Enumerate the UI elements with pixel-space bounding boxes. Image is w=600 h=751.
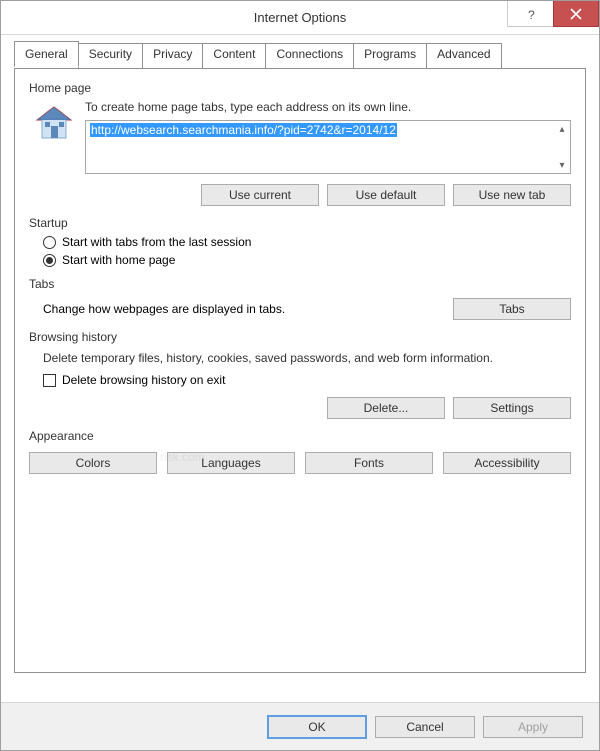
colors-button[interactable]: Colors <box>29 452 157 474</box>
tab-programs[interactable]: Programs <box>353 43 427 68</box>
titlebar: Internet Options ? <box>1 1 599 35</box>
checkbox-icon <box>43 374 56 387</box>
tab-content[interactable]: Content <box>202 43 266 68</box>
tabs-label: Tabs <box>29 277 58 291</box>
fonts-button[interactable]: Fonts <box>305 452 433 474</box>
tab-security[interactable]: Security <box>78 43 143 68</box>
dialog-footer: OK Cancel Apply <box>1 702 599 750</box>
radio-start-home-page[interactable]: Start with home page <box>43 253 571 267</box>
section-browsing-history: Browsing history Delete temporary files,… <box>29 330 571 419</box>
checkbox-label: Delete browsing history on exit <box>62 373 225 387</box>
divider <box>29 222 571 223</box>
history-settings-button[interactable]: Settings <box>453 397 571 419</box>
appearance-label: Appearance <box>29 429 98 443</box>
svg-text:?: ? <box>528 8 535 21</box>
tab-general[interactable]: General <box>14 41 79 67</box>
homepage-desc: To create home page tabs, type each addr… <box>85 100 571 114</box>
tabs-desc: Change how webpages are displayed in tab… <box>43 302 285 316</box>
scroll-up-icon[interactable]: ▴ <box>555 122 569 136</box>
tab-panel-general: PC risk.com Home page <box>14 68 586 673</box>
use-current-button[interactable]: Use current <box>201 184 319 206</box>
tab-privacy[interactable]: Privacy <box>142 43 203 68</box>
delete-on-exit-checkbox[interactable]: Delete browsing history on exit <box>43 373 571 387</box>
tab-connections[interactable]: Connections <box>265 43 354 68</box>
close-icon <box>570 8 582 20</box>
history-desc: Delete temporary files, history, cookies… <box>43 351 557 365</box>
radio-label: Start with tabs from the last session <box>62 235 251 249</box>
close-button[interactable] <box>553 1 599 27</box>
tabs-button[interactable]: Tabs <box>453 298 571 320</box>
languages-button[interactable]: Languages <box>167 452 295 474</box>
startup-label: Startup <box>29 216 72 230</box>
accessibility-button[interactable]: Accessibility <box>443 452 571 474</box>
section-startup: Startup Start with tabs from the last se… <box>29 216 571 267</box>
section-appearance: Appearance Colors Languages Fonts Access… <box>29 429 571 474</box>
content-area: General Security Privacy Content Connect… <box>1 35 599 673</box>
use-default-button[interactable]: Use default <box>327 184 445 206</box>
help-button[interactable]: ? <box>507 1 553 27</box>
tab-advanced[interactable]: Advanced <box>426 43 501 68</box>
history-label: Browsing history <box>29 330 121 344</box>
radio-icon <box>43 254 56 267</box>
help-icon: ? <box>525 7 537 21</box>
homepage-url-input[interactable]: http://websearch.searchmania.info/?pid=2… <box>85 120 571 174</box>
section-homepage: Home page <box>29 81 571 206</box>
titlebar-controls: ? <box>507 1 599 29</box>
radio-icon <box>43 236 56 249</box>
tab-strip: General Security Privacy Content Connect… <box>14 43 586 68</box>
radio-start-last-session[interactable]: Start with tabs from the last session <box>43 235 571 249</box>
scroll-down-icon[interactable]: ▾ <box>555 158 569 172</box>
divider <box>29 283 571 284</box>
home-icon <box>33 102 75 144</box>
dialog-window: Internet Options ? General Security Priv… <box>0 0 600 751</box>
homepage-label: Home page <box>29 81 95 95</box>
use-new-tab-button[interactable]: Use new tab <box>453 184 571 206</box>
radio-label: Start with home page <box>62 253 175 267</box>
divider <box>29 87 571 88</box>
ok-button[interactable]: OK <box>267 715 367 739</box>
divider <box>29 435 571 436</box>
section-tabs: Tabs Change how webpages are displayed i… <box>29 277 571 320</box>
delete-button[interactable]: Delete... <box>327 397 445 419</box>
homepage-url-value: http://websearch.searchmania.info/?pid=2… <box>90 123 397 137</box>
apply-button[interactable]: Apply <box>483 716 583 738</box>
cancel-button[interactable]: Cancel <box>375 716 475 738</box>
